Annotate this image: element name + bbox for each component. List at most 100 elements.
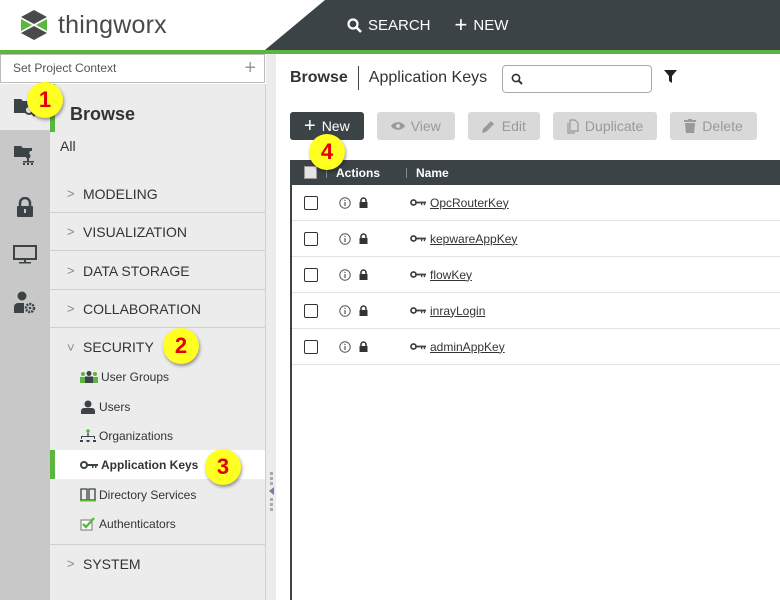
info-icon[interactable] — [339, 340, 351, 353]
breadcrumb-page: Application Keys — [368, 69, 488, 86]
toolbar: + New View Edit Duplicate Delete — [290, 112, 757, 140]
info-icon[interactable] — [339, 268, 351, 281]
splitter-handle[interactable] — [269, 472, 274, 513]
table-row[interactable]: flowKey — [292, 257, 780, 293]
duplicate-button[interactable]: Duplicate — [552, 112, 658, 140]
info-icon[interactable] — [339, 304, 351, 317]
category-modeling[interactable]: > MODELING — [50, 175, 265, 213]
search-input[interactable] — [529, 71, 639, 87]
search-icon — [347, 17, 362, 33]
category-label: SECURITY — [83, 339, 154, 355]
project-folder-icon — [14, 146, 34, 165]
chevron-right-icon: > — [67, 224, 75, 239]
sidebar-item-label: Users — [99, 399, 131, 414]
rail-projects[interactable] — [0, 132, 50, 178]
sidebar-item-directory-services[interactable]: Directory Services — [50, 480, 265, 509]
lock-icon[interactable] — [359, 305, 368, 316]
edit-button[interactable]: Edit — [467, 112, 540, 140]
row-checkbox[interactable] — [304, 231, 318, 246]
icon-rail — [0, 84, 50, 600]
row-actions — [339, 340, 399, 353]
search-nav-button[interactable]: SEARCH — [347, 17, 431, 34]
search-box[interactable] — [502, 65, 652, 93]
row-name-link[interactable]: kepwareAppKey — [430, 232, 517, 246]
column-header-actions[interactable]: Actions — [336, 166, 380, 180]
step-marker-3: 3 — [205, 449, 241, 485]
row-name-link[interactable]: OpcRouterKey — [430, 196, 509, 210]
new-nav-button[interactable]: + NEW — [455, 14, 509, 36]
row-checkbox[interactable] — [304, 267, 318, 282]
thingworx-logo[interactable]: thingworx — [20, 10, 167, 40]
key-icon — [410, 199, 426, 206]
category-data-storage[interactable]: > DATA STORAGE — [50, 252, 265, 290]
row-name: inrayLogin — [410, 304, 485, 318]
sidebar-splitter[interactable] — [266, 54, 276, 600]
chevron-right-icon: > — [67, 263, 75, 278]
select-all-checkbox[interactable] — [304, 166, 317, 179]
project-context-select[interactable]: Set Project Context + — [0, 54, 265, 83]
lock-icon[interactable] — [359, 197, 368, 208]
column-header-name[interactable]: Name — [416, 166, 449, 180]
sidebar-item-authenticators[interactable]: Authenticators — [50, 509, 265, 538]
info-icon[interactable] — [339, 232, 351, 245]
collapse-arrow-icon[interactable] — [269, 487, 274, 495]
step-marker-4: 4 — [309, 134, 345, 170]
table-row[interactable]: OpcRouterKey — [292, 185, 780, 221]
table-row[interactable]: inrayLogin — [292, 293, 780, 329]
add-project-icon[interactable]: + — [244, 57, 256, 80]
new-button-label: New — [321, 118, 350, 134]
pencil-icon — [481, 121, 494, 133]
sidebar-item-all[interactable]: All — [60, 138, 76, 154]
row-name: kepwareAppKey — [410, 232, 517, 246]
category-label: COLLABORATION — [83, 300, 201, 317]
sidebar-item-label: Organizations — [99, 428, 174, 443]
table-row[interactable]: adminAppKey — [292, 329, 780, 365]
row-name-link[interactable]: adminAppKey — [430, 340, 505, 354]
delete-button[interactable]: Delete — [670, 112, 757, 140]
key-icon — [80, 460, 98, 469]
thingworx-logo-icon — [21, 10, 47, 40]
main-panel: Browse Application Keys + New View Edit … — [276, 54, 780, 600]
key-icon — [410, 271, 426, 278]
row-checkbox[interactable] — [304, 195, 318, 210]
book-icon — [80, 487, 96, 501]
top-nav: SEARCH + NEW — [347, 0, 508, 50]
rail-monitoring[interactable] — [0, 232, 50, 278]
row-checkbox[interactable] — [304, 303, 318, 318]
lock-icon[interactable] — [359, 269, 368, 280]
category-system[interactable]: > SYSTEM — [50, 544, 265, 582]
row-name-link[interactable]: flowKey — [430, 268, 472, 282]
sidebar-item-user-groups[interactable]: User Groups — [50, 362, 265, 391]
table-row[interactable]: kepwareAppKey — [292, 221, 780, 257]
checkbox-check-icon — [80, 516, 95, 531]
monitor-icon — [13, 245, 37, 264]
category-security[interactable]: > SECURITY — [50, 328, 265, 366]
plus-icon: + — [454, 12, 468, 37]
step-marker-1: 1 — [27, 82, 63, 118]
sidebar-item-users[interactable]: Users — [50, 392, 265, 421]
duplicate-icon — [567, 118, 579, 134]
sidebar-item-label: Authenticators — [99, 516, 176, 531]
rail-user-settings[interactable] — [0, 280, 50, 326]
filter-button[interactable] — [664, 70, 677, 88]
top-bar: thingworx SEARCH + NEW — [0, 0, 780, 50]
row-checkbox[interactable] — [304, 339, 318, 354]
sidebar-item-label: User Groups — [101, 369, 170, 384]
row-actions — [339, 232, 399, 245]
breadcrumb-root[interactable]: Browse — [290, 66, 359, 90]
info-icon[interactable] — [339, 196, 351, 209]
eye-icon — [390, 122, 405, 130]
browse-sidebar: Browse All > MODELING > VISUALIZATION > DAT… — [50, 84, 266, 600]
category-visualization[interactable]: > VISUALIZATION — [50, 213, 265, 251]
lock-icon[interactable] — [359, 341, 368, 352]
sidebar-item-organizations[interactable]: Organizations — [50, 421, 265, 450]
chevron-right-icon: > — [67, 556, 75, 571]
lock-icon — [17, 197, 33, 217]
user-groups-icon — [80, 370, 98, 383]
duplicate-button-label: Duplicate — [584, 118, 644, 134]
rail-security[interactable] — [0, 184, 50, 230]
lock-icon[interactable] — [359, 233, 368, 244]
view-button[interactable]: View — [376, 112, 455, 140]
category-collaboration[interactable]: > COLLABORATION — [50, 290, 265, 328]
row-name-link[interactable]: inrayLogin — [430, 304, 485, 318]
